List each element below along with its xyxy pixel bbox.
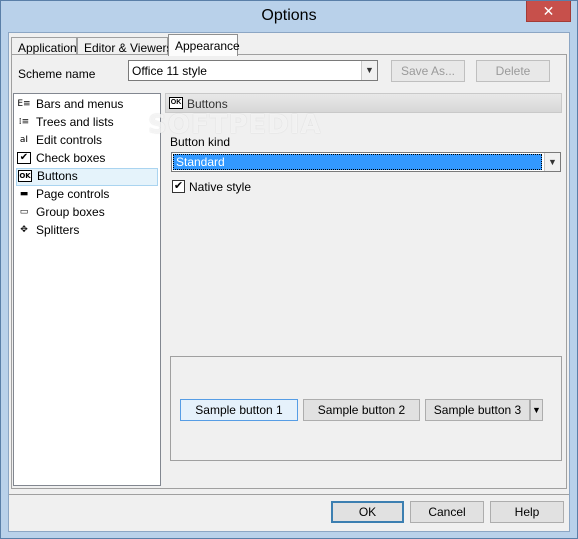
dialog-client: Application Editor & Viewers Appearance … [8, 32, 570, 532]
tree-item-page-controls[interactable]: ▬ Page controls [16, 186, 158, 204]
delete-button[interactable]: Delete [476, 60, 550, 82]
window-title: Options [261, 7, 317, 24]
section-title: Buttons [187, 97, 228, 111]
divider [9, 494, 569, 495]
tree-item-check-boxes[interactable]: ✔ Check boxes [16, 150, 158, 168]
native-style-label[interactable]: Native style [189, 180, 251, 194]
title-bar[interactable]: Options ✕ [1, 1, 577, 33]
scheme-name-label: Scheme name [18, 67, 96, 81]
sample-button-1[interactable]: Sample button 1 [180, 399, 298, 421]
tree-item-label: Check boxes [36, 151, 106, 165]
edit-control-icon: aI [19, 135, 29, 145]
sample-dropdown-arrow-icon[interactable]: ▼ [530, 399, 543, 421]
close-button[interactable]: ✕ [526, 1, 571, 22]
menu-bar-icon: E≡ [17, 99, 31, 109]
close-icon: ✕ [542, 3, 555, 19]
tree-item-trees-lists[interactable]: ⁞≡ Trees and lists [16, 114, 158, 132]
checkbox-icon: ✔ [17, 152, 31, 164]
splitter-icon: ✥ [20, 225, 28, 235]
tree-item-label: Edit controls [36, 133, 103, 147]
sample-button-2[interactable]: Sample button 2 [303, 399, 420, 421]
ok-button-icon: OK [18, 170, 32, 182]
tree-item-label: Bars and menus [36, 97, 124, 111]
cancel-button[interactable]: Cancel [410, 501, 484, 523]
group-box-icon: ▭ [19, 207, 29, 217]
save-as-button[interactable]: Save As... [391, 60, 465, 82]
native-style-checkbox[interactable]: ✔ [172, 180, 185, 193]
chevron-down-icon[interactable]: ▼ [361, 61, 377, 80]
tree-item-label: Buttons [37, 169, 78, 183]
tree-item-label: Trees and lists [36, 115, 114, 129]
preview-area: Sample button 1 Sample button 2 Sample b… [170, 356, 562, 461]
chevron-down-icon[interactable]: ▼ [544, 153, 560, 171]
tree-item-edit-controls[interactable]: aI Edit controls [16, 132, 158, 150]
section-header: OK Buttons [165, 93, 562, 113]
tree-item-group-boxes[interactable]: ▭ Group boxes [16, 204, 158, 222]
tree-list-icon: ⁞≡ [18, 117, 30, 127]
scheme-name-combo[interactable]: Office 11 style ▼ [128, 60, 378, 81]
tree-item-buttons[interactable]: OK Buttons [16, 168, 158, 186]
help-button[interactable]: Help [490, 501, 564, 523]
appearance-page: Scheme name Office 11 style ▼ Save As...… [11, 54, 567, 489]
ok-button-icon: OK [169, 97, 183, 109]
sample-button-3[interactable]: Sample button 3 [425, 399, 530, 421]
tab-appearance[interactable]: Appearance [168, 34, 240, 56]
button-kind-label: Button kind [170, 135, 231, 149]
scheme-name-value: Office 11 style [132, 64, 207, 78]
tree-item-bars-menus[interactable]: E≡ Bars and menus [16, 96, 158, 114]
tree-item-label: Splitters [36, 223, 80, 237]
tree-item-label: Group boxes [36, 205, 105, 219]
tree-item-splitters[interactable]: ✥ Splitters [16, 222, 158, 240]
ok-button[interactable]: OK [331, 501, 404, 523]
category-tree[interactable]: E≡ Bars and menus ⁞≡ Trees and lists aI … [13, 93, 161, 486]
tree-item-label: Page controls [36, 187, 110, 201]
button-kind-value: Standard [173, 154, 542, 170]
options-dialog: Options ✕ Application Editor & Viewers A… [0, 0, 578, 539]
button-kind-combo[interactable]: Standard ▼ [171, 152, 561, 172]
page-control-icon: ▬ [19, 189, 29, 199]
